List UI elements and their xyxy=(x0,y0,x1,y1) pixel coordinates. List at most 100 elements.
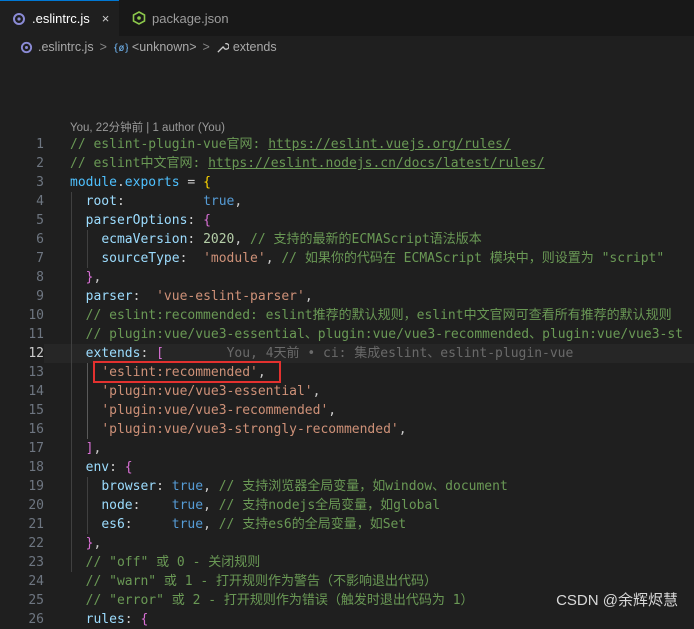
string-value: 'plugin:vue/vue3-strongly-recommended' xyxy=(101,422,399,437)
boolean-value: true xyxy=(171,479,204,494)
line-number: 21 xyxy=(28,517,44,532)
watermark: CSDN @余辉烬慧 xyxy=(556,592,678,609)
tab-label: .eslintrc.js xyxy=(32,11,90,26)
code-line: 'plugin:vue/vue3-essential', xyxy=(101,384,321,399)
line-number: 22 xyxy=(28,536,44,551)
object-symbol-icon: {ø} xyxy=(113,43,128,53)
property: parser xyxy=(85,289,133,304)
line-number: 24 xyxy=(28,574,44,589)
property: es6 xyxy=(101,517,125,532)
line-number: 3 xyxy=(36,175,44,190)
property: env xyxy=(85,460,110,475)
line-number: 23 xyxy=(28,555,44,570)
line-number: 10 xyxy=(28,308,44,323)
close-icon[interactable]: × xyxy=(102,11,110,26)
code-line: parser: 'vue-eslint-parser', xyxy=(85,289,313,304)
code-line: parserOptions: { xyxy=(85,213,211,228)
code-line: rules: { xyxy=(85,612,149,627)
code-line: }, xyxy=(85,536,102,551)
nodejs-icon xyxy=(132,11,146,25)
line-number: 1 xyxy=(36,137,44,152)
property: ecmaVersion xyxy=(101,232,188,247)
code-line: node: true, // 支持nodejs全局变量，如global xyxy=(101,498,441,513)
line-number: 17 xyxy=(28,441,44,456)
code-line: 'plugin:vue/vue3-strongly-recommended', xyxy=(101,422,407,437)
comment: // eslint-plugin-vue官网: xyxy=(70,137,269,152)
code-line: module.exports = { xyxy=(70,175,211,190)
line-number: 4 xyxy=(36,194,44,209)
code-line: // plugin:vue/vue3-essential、plugin:vue/… xyxy=(70,325,694,344)
property: browser xyxy=(101,479,157,494)
code-line: browser: true, // 支持浏览器全局变量，如window、docu… xyxy=(101,479,508,494)
line-number: 18 xyxy=(28,460,44,475)
breadcrumb-symbol[interactable]: <unknown> xyxy=(132,40,197,54)
line-number: 20 xyxy=(28,498,44,513)
comment: // 支持nodejs全局变量，如global xyxy=(218,498,441,513)
string-value: 'module' xyxy=(203,251,266,266)
property: parserOptions xyxy=(85,213,188,228)
comment: // eslint:recommended: eslint推荐的默认规则，esl… xyxy=(85,308,672,323)
property: node xyxy=(101,498,133,513)
inline-blame[interactable]: You, 4天前 • ci: 集成eslint、eslint-plugin-vu… xyxy=(227,346,574,361)
property: root xyxy=(85,194,117,209)
line-number: 19 xyxy=(28,479,44,494)
line-number: 7 xyxy=(36,251,44,266)
comment: // "off" 或 0 - 关闭规则 xyxy=(85,555,261,570)
code-line: env: { xyxy=(85,460,133,475)
comment: // 支持es6的全局变量，如Set xyxy=(218,517,407,532)
property: rules xyxy=(85,612,125,627)
line-number: 5 xyxy=(36,213,44,228)
property: exports xyxy=(124,175,180,190)
highlight-annotation-box xyxy=(93,361,281,383)
line-number: 14 xyxy=(28,384,44,399)
comment-link[interactable]: https://eslint.vuejs.org/rules/ xyxy=(268,137,511,152)
string-value: 'plugin:vue/vue3-essential' xyxy=(101,384,313,399)
boolean-value: true xyxy=(203,194,235,209)
breadcrumb-file[interactable]: .eslintrc.js xyxy=(38,40,94,54)
tab-bar: .eslintrc.js × package.json xyxy=(0,0,694,36)
svg-text:{ø}: {ø} xyxy=(113,43,128,53)
code-line: es6: true, // 支持es6的全局变量，如Set xyxy=(101,517,407,532)
breadcrumb-property[interactable]: extends xyxy=(233,40,277,54)
code-line: 'plugin:vue/vue3-recommended', xyxy=(101,403,337,418)
tab-eslintrc[interactable]: .eslintrc.js × xyxy=(0,0,119,36)
wrench-icon xyxy=(217,42,229,53)
comment: // plugin:vue/vue3-essential、plugin:vue/… xyxy=(85,327,684,342)
code-line: ecmaVersion: 2020, // 支持的最新的ECMAScript语法… xyxy=(101,232,482,247)
line-number: 11 xyxy=(28,327,44,342)
code-line: root: true, xyxy=(85,194,243,209)
settings-file-icon xyxy=(13,12,25,25)
code-line: // eslint-plugin-vue官网: https://eslint.v… xyxy=(70,135,694,154)
code-line: sourceType: 'module', // 如果你的代码在 ECMAScr… xyxy=(101,251,665,266)
line-number: 6 xyxy=(36,232,44,247)
settings-file-icon xyxy=(20,41,33,53)
tab-package-json[interactable]: package.json xyxy=(120,0,256,36)
property: sourceType xyxy=(101,251,180,266)
code-line: // "off" 或 0 - 关闭规则 xyxy=(70,553,694,572)
keyword: module xyxy=(70,175,117,190)
comment: // eslint中文官网: xyxy=(70,156,209,171)
codelens-blame[interactable]: You, 22分钟前 | 1 author (You) xyxy=(70,119,225,135)
code-line: }, xyxy=(85,270,102,285)
line-number-current: 12 xyxy=(28,346,44,361)
line-number: 2 xyxy=(36,156,44,171)
breadcrumb: .eslintrc.js > {ø} <unknown> > extends xyxy=(0,36,694,58)
code-line: ], xyxy=(85,441,102,456)
tab-label: package.json xyxy=(152,10,229,26)
comment: // 支持浏览器全局变量，如window、document xyxy=(218,479,508,494)
line-number: 13 xyxy=(28,365,44,380)
line-number: 9 xyxy=(36,289,44,304)
comment: // 如果你的代码在 ECMAScript 模块中，则设置为 "script" xyxy=(281,251,665,266)
comment-link[interactable]: https://eslint.nodejs.cn/docs/latest/rul… xyxy=(208,156,545,171)
code-line: // eslint:recommended: eslint推荐的默认规则，esl… xyxy=(70,306,694,325)
number-value: 2020 xyxy=(203,232,235,247)
comment: // "error" 或 2 - 打开规则作为错误（触发时退出代码为 1） xyxy=(85,593,474,608)
line-number: 8 xyxy=(36,270,44,285)
string-value: 'plugin:vue/vue3-recommended' xyxy=(101,403,329,418)
boolean-value: true xyxy=(171,498,204,513)
boolean-value: true xyxy=(171,517,204,532)
comment: // "warn" 或 1 - 打开规则作为警告（不影响退出代码） xyxy=(85,574,438,589)
line-number: 25 xyxy=(28,593,44,608)
string-value: 'vue-eslint-parser' xyxy=(156,289,305,304)
line-number: 15 xyxy=(28,403,44,418)
